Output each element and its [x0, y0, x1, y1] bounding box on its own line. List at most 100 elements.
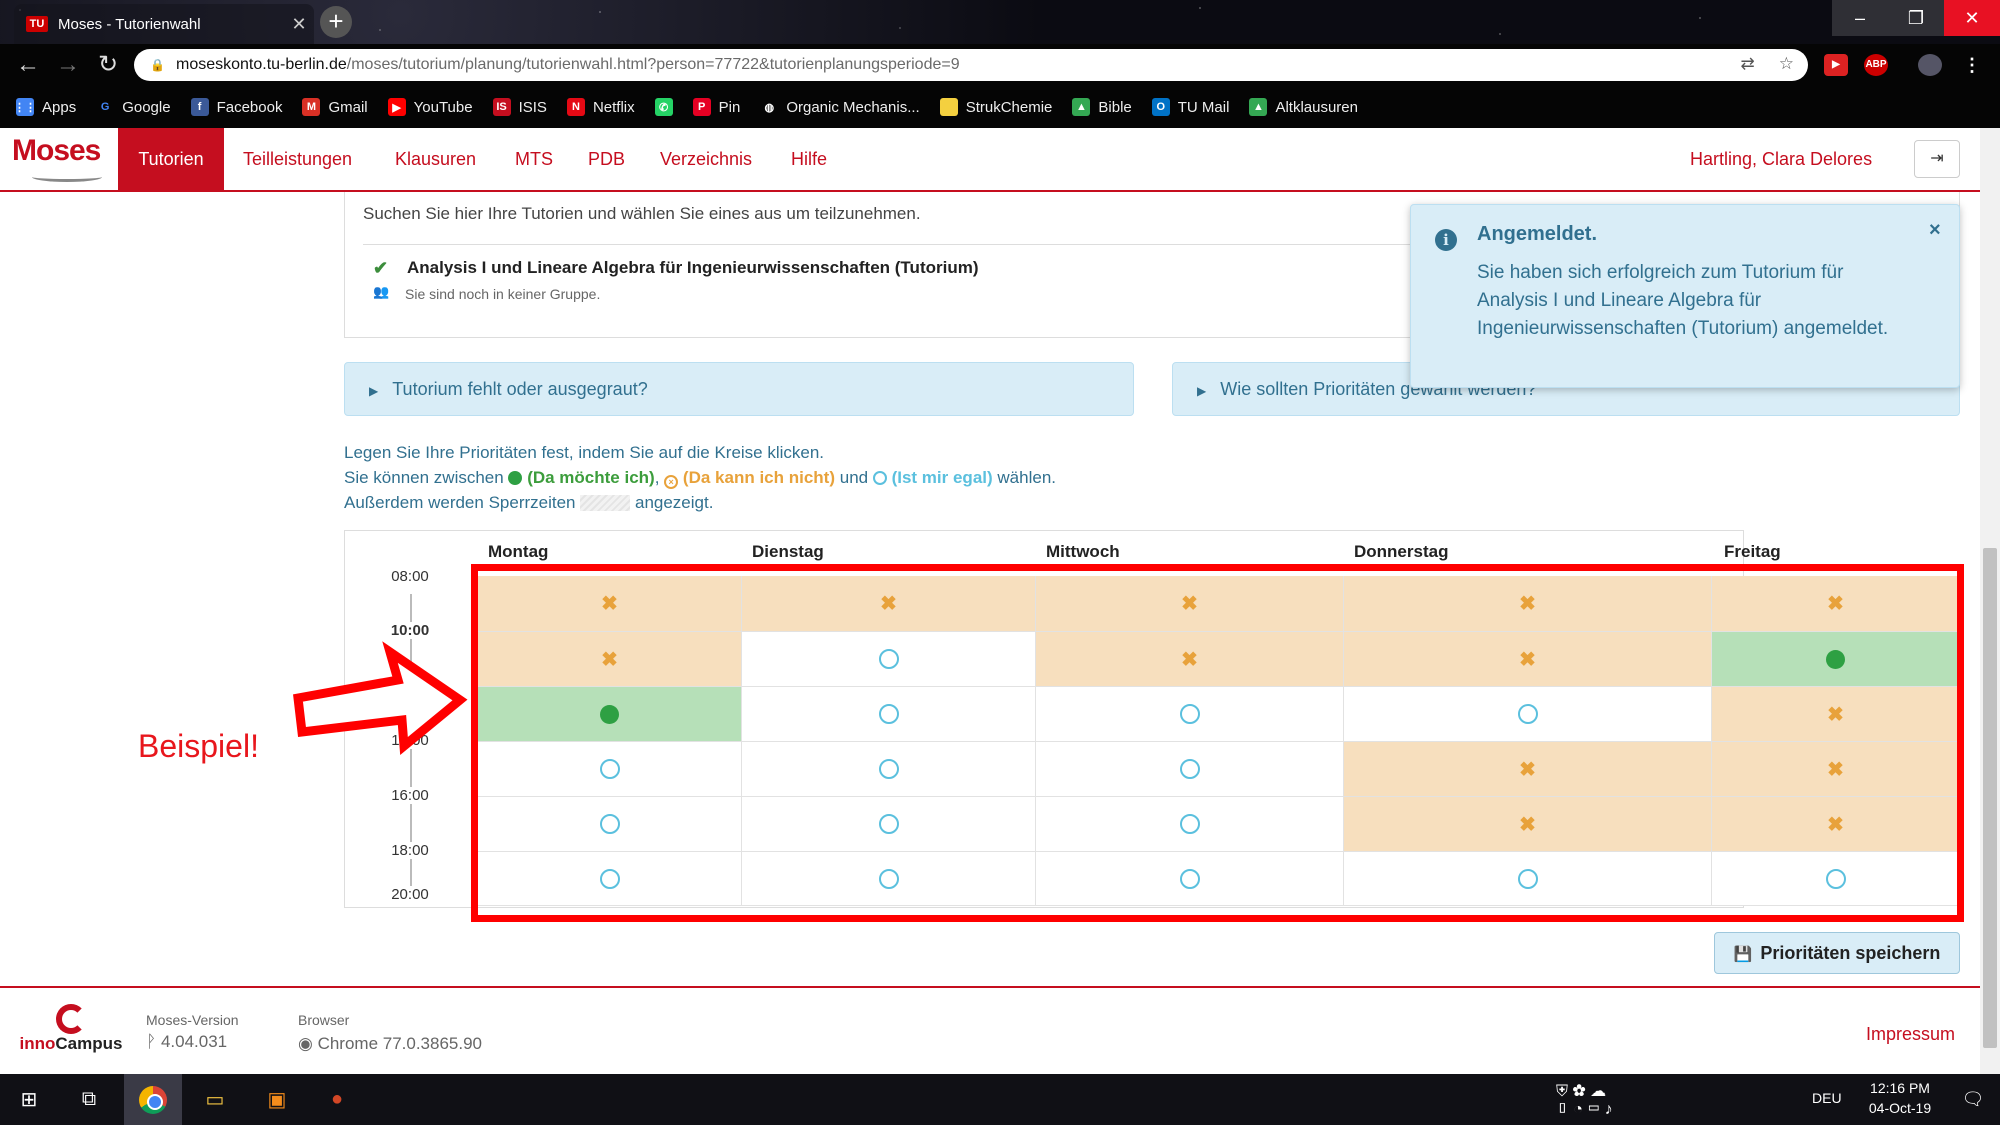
schedule-slot-montag-0800[interactable]: ✖ — [478, 576, 742, 632]
forward-arrow-icon[interactable]: → — [54, 52, 82, 80]
schedule-slot-freitag-0800[interactable]: ✖ — [1712, 576, 1960, 632]
schedule-slot-montag-1200[interactable] — [478, 687, 742, 742]
new-tab-plus-icon[interactable]: + — [320, 6, 352, 38]
task-view-icon[interactable]: ⧉ — [60, 1074, 118, 1125]
bookmark-facebook[interactable]: f Facebook — [190, 98, 282, 116]
page-scrollbar[interactable] — [1980, 128, 2000, 1074]
dontcare-circle-icon[interactable] — [878, 868, 899, 889]
scrollbar-thumb[interactable] — [1983, 548, 1997, 1048]
cant-x-icon[interactable]: ✖ — [1519, 647, 1536, 672]
want-filled-circle-icon[interactable] — [600, 704, 619, 724]
dontcare-circle-icon[interactable] — [878, 814, 899, 834]
cant-x-icon[interactable]: ✖ — [1519, 591, 1536, 616]
alert-close-icon[interactable]: × — [1929, 219, 1941, 242]
adblock-plus-icon[interactable]: ABP — [1864, 54, 1888, 76]
schedule-slot-donnerstag-1600[interactable]: ✖ — [1344, 797, 1712, 852]
schedule-slot-mittwoch-1800[interactable] — [1036, 852, 1344, 906]
tab-close-icon[interactable]: ✕ — [284, 14, 314, 35]
dontcare-circle-icon[interactable] — [878, 649, 899, 669]
logout-icon[interactable]: ⇥ — [1914, 140, 1960, 178]
input-language[interactable]: DEU — [1812, 1090, 1842, 1106]
bookmark-google[interactable]: G Google — [96, 98, 171, 116]
schedule-slot-freitag-1000[interactable] — [1712, 632, 1960, 687]
bookmark-altklausuren[interactable]: ▲ Altklausuren — [1249, 98, 1358, 116]
bookmark-apps[interactable]: ⋮⋮ Apps — [14, 98, 76, 116]
schedule-slot-dienstag-1200[interactable] — [742, 687, 1036, 742]
profile-avatar-icon[interactable] — [1918, 54, 1942, 76]
back-arrow-icon[interactable]: ← — [14, 52, 42, 80]
schedule-slot-donnerstag-1800[interactable] — [1344, 852, 1712, 906]
schedule-slot-mittwoch-0800[interactable]: ✖ — [1036, 576, 1344, 632]
impressum-link[interactable]: Impressum — [1866, 1024, 1955, 1045]
schedule-slot-dienstag-1000[interactable] — [742, 632, 1036, 687]
schedule-slot-mittwoch-1200[interactable] — [1036, 687, 1344, 742]
bookmark-whatsapp[interactable]: ✆ — [654, 98, 673, 116]
schedule-slot-mittwoch-1600[interactable] — [1036, 797, 1344, 852]
bookmark-star-icon[interactable]: ☆ — [1779, 54, 1794, 74]
schedule-slot-montag-1600[interactable] — [478, 797, 742, 852]
minimize-icon[interactable]: – — [1832, 0, 1888, 36]
dontcare-circle-icon[interactable] — [1179, 814, 1200, 834]
cant-x-icon[interactable]: ✖ — [1827, 591, 1844, 616]
cant-x-icon[interactable]: ✖ — [880, 591, 897, 616]
schedule-slot-montag-1800[interactable] — [478, 852, 742, 906]
schedule-slot-montag-1400[interactable] — [478, 742, 742, 797]
taskbar-app-icon[interactable]: ▣ — [248, 1074, 306, 1125]
tray-icons[interactable]: ⛨ ✿ ☁ ▯ ◔ ▭ ♪ — [1556, 1074, 1614, 1125]
dontcare-circle-icon[interactable] — [1825, 868, 1846, 889]
nav-mts[interactable]: MTS — [515, 128, 553, 190]
schedule-slot-donnerstag-1000[interactable]: ✖ — [1344, 632, 1712, 687]
nav-klausuren[interactable]: Klausuren — [395, 128, 476, 190]
schedule-slot-mittwoch-1400[interactable] — [1036, 742, 1344, 797]
course-title[interactable]: Analysis I und Lineare Algebra für Ingen… — [407, 258, 978, 278]
address-bar[interactable]: 🔒 moseskonto.tu-berlin.de/moses/tutorium… — [134, 49, 1808, 81]
schedule-slot-donnerstag-0800[interactable]: ✖ — [1344, 576, 1712, 632]
moses-logo[interactable]: Moses — [12, 134, 108, 184]
schedule-slot-mittwoch-1000[interactable]: ✖ — [1036, 632, 1344, 687]
cant-x-icon[interactable]: ✖ — [1827, 702, 1844, 727]
file-explorer-icon[interactable]: ▭ — [186, 1074, 244, 1125]
cant-x-icon[interactable]: ✖ — [601, 647, 618, 672]
dontcare-circle-icon[interactable] — [599, 868, 620, 889]
dontcare-circle-icon[interactable] — [1517, 868, 1538, 889]
bookmark-netflix[interactable]: N Netflix — [566, 98, 635, 116]
schedule-slot-montag-1000[interactable]: ✖ — [478, 632, 742, 687]
schedule-slot-dienstag-1600[interactable] — [742, 797, 1036, 852]
cant-x-icon[interactable]: ✖ — [1827, 812, 1844, 837]
cant-x-icon[interactable]: ✖ — [1519, 757, 1536, 782]
schedule-slot-donnerstag-1200[interactable] — [1344, 687, 1712, 742]
bookmark-bible[interactable]: ▲ Bible — [1072, 98, 1132, 116]
bookmark-youtube[interactable]: ▶ YouTube — [387, 98, 473, 116]
nav-pdb[interactable]: PDB — [588, 128, 625, 190]
reload-icon[interactable]: ↻ — [94, 52, 122, 80]
cant-x-icon[interactable]: ✖ — [1827, 757, 1844, 782]
cant-x-icon[interactable]: ✖ — [1519, 812, 1536, 837]
nav-hilfe[interactable]: Hilfe — [791, 128, 827, 190]
schedule-slot-freitag-1600[interactable]: ✖ — [1712, 797, 1960, 852]
taskbar-chrome-icon[interactable] — [124, 1074, 182, 1125]
window-close-icon[interactable]: ✕ — [1944, 0, 2000, 36]
chrome-menu-icon[interactable]: ⋮ — [1960, 54, 1984, 76]
bookmark-isis[interactable]: IS ISIS — [492, 98, 547, 116]
windows-start-icon[interactable]: ⊞ — [0, 1074, 58, 1125]
bookmark-pin[interactable]: P Pin — [692, 98, 740, 116]
schedule-slot-dienstag-1800[interactable] — [742, 852, 1036, 906]
cant-x-icon[interactable]: ✖ — [1181, 591, 1198, 616]
nav-tutorien[interactable]: Tutorien — [118, 128, 224, 190]
bookmark-tu-mail[interactable]: O TU Mail — [1151, 98, 1229, 116]
powerpoint-icon[interactable]: ● — [308, 1074, 366, 1125]
dontcare-circle-icon[interactable] — [599, 814, 620, 834]
clock-date[interactable]: 04-Oct-19 — [1858, 1100, 1942, 1116]
nav-teilleistungen[interactable]: Teilleistungen — [243, 128, 352, 190]
bookmark-organic-mechanis[interactable]: ◍ Organic Mechanis... — [760, 98, 920, 116]
user-name-link[interactable]: Hartling, Clara Delores — [1690, 128, 1872, 190]
schedule-slot-freitag-1200[interactable]: ✖ — [1712, 687, 1960, 742]
cant-x-icon[interactable]: ✖ — [601, 591, 618, 616]
want-filled-circle-icon[interactable] — [1826, 649, 1845, 669]
schedule-slot-dienstag-0800[interactable]: ✖ — [742, 576, 1036, 632]
cant-x-icon[interactable]: ✖ — [1181, 647, 1198, 672]
dontcare-circle-icon[interactable] — [878, 704, 899, 724]
schedule-slot-freitag-1400[interactable]: ✖ — [1712, 742, 1960, 797]
schedule-slot-freitag-1800[interactable] — [1712, 852, 1960, 906]
nav-verzeichnis[interactable]: Verzeichnis — [660, 128, 752, 190]
